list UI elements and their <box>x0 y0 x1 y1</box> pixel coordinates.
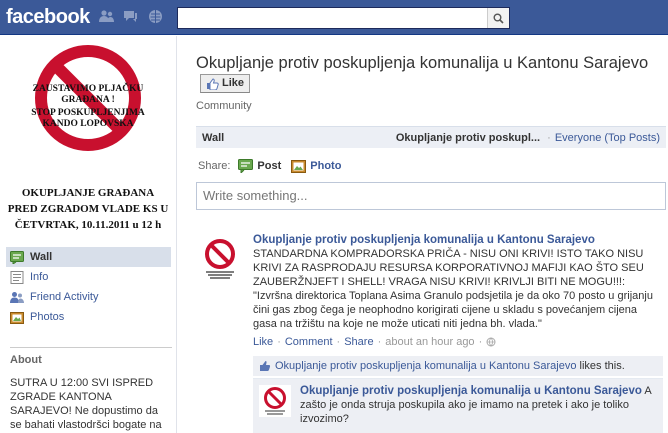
share-photo-label: Photo <box>310 160 342 172</box>
main-column: Okupljanje protiv poskupljenja komunalij… <box>196 36 668 433</box>
page-title: Okupljanje protiv poskupljenja komunalij… <box>196 54 649 72</box>
story-likes: Okupljanje protiv poskupljenja komunalij… <box>253 356 663 376</box>
post-icon <box>238 159 254 173</box>
poster-line: KANDO LOPOVSKA <box>42 119 133 129</box>
search-icon <box>493 13 504 24</box>
share-label: Share: <box>198 160 231 172</box>
search-box <box>177 7 510 29</box>
profile-picture[interactable]: ZAUSTAVIMO PLJAČKU GRAĐANA ! STOP POSKUP… <box>0 36 176 244</box>
story-comment-link[interactable]: Comment <box>285 336 333 348</box>
facebook-logo[interactable]: facebook <box>6 6 90 29</box>
sidebar-item-label: Wall <box>30 251 53 263</box>
thumbs-up-icon <box>207 77 219 90</box>
story-like-link[interactable]: Like <box>253 336 273 348</box>
search-button[interactable] <box>487 8 509 28</box>
like-icon <box>260 361 271 371</box>
wall-filter-separator: · <box>547 131 551 144</box>
friend-requests-icon[interactable] <box>99 9 114 24</box>
like-label: Like <box>222 77 245 89</box>
page-category: Community <box>196 100 252 112</box>
search-input[interactable] <box>178 8 478 28</box>
wall-icon <box>10 250 24 264</box>
story-actions: Like · Comment · Share · about an hour a… <box>253 336 658 348</box>
sidebar-item-photos[interactable]: Photos <box>6 307 171 327</box>
likes-suffix: likes this. <box>579 360 625 372</box>
sidebar-item-info[interactable]: Info <box>6 267 171 287</box>
comment-body: Okupljanje protiv poskupljenja komunalij… <box>300 384 656 426</box>
sidebar-item-label: Info <box>30 271 49 283</box>
poster-line: GRAĐANA ! <box>61 95 115 105</box>
about-text: SUTRA U 12:00 SVI ISPRED ZGRADE KANTONA … <box>10 377 162 431</box>
story-body: Okupljanje protiv poskupljenja komunalij… <box>253 234 658 348</box>
sidebar-item-label: Photos <box>30 311 65 323</box>
friends-icon <box>10 291 24 303</box>
share-row: Share: Post Photo <box>198 157 351 175</box>
left-nav: Wall Info Friend Activity Photos <box>6 247 171 327</box>
wall-filter-everyone[interactable]: Everyone (Top Posts) <box>555 132 660 144</box>
sidebar-item-friend-activity[interactable]: Friend Activity <box>6 287 171 307</box>
comment-author[interactable]: Okupljanje protiv poskupljenja komunalij… <box>300 385 642 397</box>
story-timestamp[interactable]: about an hour ago <box>385 336 474 348</box>
info-icon <box>10 270 24 284</box>
notifications-icon[interactable] <box>148 9 163 24</box>
poster-caption-line: PRED ZGRADOM VLADE KS U <box>8 203 169 215</box>
likes-page-link[interactable]: Okupljanje protiv poskupljenja komunalij… <box>275 360 576 372</box>
composer-input[interactable]: Write something... <box>196 182 666 210</box>
wall-filter-page[interactable]: Okupljanje protiv poskupl... <box>396 132 540 144</box>
page-title-row: Okupljanje protiv poskupljenja komunalij… <box>196 53 666 97</box>
left-column: ZAUSTAVIMO PLJAČKU GRAĐANA ! STOP POSKUP… <box>0 36 177 433</box>
poster-caption-line: ČETVRTAK, 10.11.2011 u 12 h <box>15 218 161 231</box>
like-page-button[interactable]: Like <box>200 74 251 93</box>
photos-icon <box>10 311 24 324</box>
poster-line: STOP POSKUPLJENJIMA <box>31 108 145 118</box>
photo-icon <box>291 160 307 173</box>
share-photo-button[interactable]: Photo <box>291 159 341 173</box>
messages-icon[interactable] <box>123 9 138 24</box>
comment-avatar[interactable] <box>259 385 291 417</box>
share-post-label: Post <box>257 160 282 172</box>
about-section: About SUTRA U 12:00 SVI ISPRED ZGRADE KA… <box>10 347 172 433</box>
comment-item: Okupljanje protiv poskupljenja komunalij… <box>253 378 663 433</box>
about-title: About <box>10 354 42 366</box>
share-post-button[interactable]: Post <box>238 159 281 173</box>
sidebar-item-label: Friend Activity <box>30 291 99 303</box>
story-share-link[interactable]: Share <box>344 336 373 348</box>
wall-bar: Wall Okupljanje protiv poskupl... · Every… <box>196 126 666 148</box>
poster-caption-line: OKUPLJANJE GRAĐANA <box>22 187 154 199</box>
wall-filter: Okupljanje protiv poskupl... · Everyone (… <box>396 132 660 144</box>
wall-tab-label: Wall <box>202 131 225 144</box>
sidebar-item-wall[interactable]: Wall <box>6 247 171 267</box>
globe-icon <box>486 337 496 347</box>
story-author[interactable]: Okupljanje protiv poskupljenja komunalij… <box>253 234 658 246</box>
top-bar: facebook <box>0 0 668 35</box>
story-avatar[interactable] <box>198 236 242 280</box>
story-text: STANDARDNA KOMPRADORSKA PRIČA - NISU ONI… <box>253 248 653 330</box>
